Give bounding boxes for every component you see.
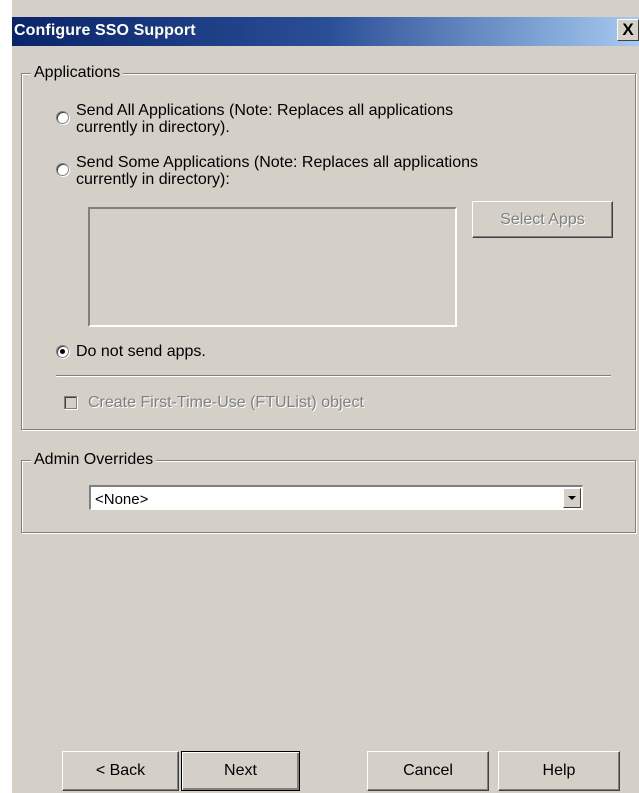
chevron-down-icon[interactable] xyxy=(563,488,581,508)
cancel-button[interactable]: Cancel xyxy=(367,751,489,791)
apps-listbox[interactable] xyxy=(88,207,457,327)
admin-overrides-dropdown[interactable]: <None> xyxy=(89,485,583,510)
window-title: Configure SSO Support xyxy=(14,22,196,39)
send-some-apps-label-line2: currently in directory): xyxy=(76,171,230,188)
title-bar[interactable]: Configure SSO Support X xyxy=(12,17,639,46)
back-button[interactable]: < Back xyxy=(62,751,179,791)
send-some-apps-radio[interactable] xyxy=(56,163,69,176)
ftu-checkbox[interactable] xyxy=(64,396,77,409)
do-not-send-apps-label: Do not send apps. xyxy=(76,343,206,360)
close-button[interactable]: X xyxy=(617,19,639,41)
send-all-apps-radio[interactable] xyxy=(56,111,69,124)
next-button[interactable]: Next xyxy=(181,751,300,791)
send-all-apps-label-line2: currently in directory). xyxy=(76,119,230,136)
help-button[interactable]: Help xyxy=(498,751,620,791)
ftu-checkbox-label: Create First-Time-Use (FTUList) object xyxy=(88,394,364,411)
select-apps-button[interactable]: Select Apps xyxy=(472,201,613,238)
applications-separator xyxy=(56,375,611,377)
do-not-send-apps-radio[interactable] xyxy=(56,345,69,358)
close-icon: X xyxy=(622,20,634,39)
applications-legend: Applications xyxy=(31,63,124,83)
admin-overrides-selected-value: <None> xyxy=(95,491,149,508)
send-some-apps-label-line1: Send Some Applications (Note: Replaces a… xyxy=(76,154,479,171)
configure-sso-dialog: Configure SSO Support X Applications Sen… xyxy=(12,0,639,793)
admin-overrides-legend: Admin Overrides xyxy=(31,450,157,470)
send-all-apps-label-line1: Send All Applications (Note: Replaces al… xyxy=(76,102,454,119)
